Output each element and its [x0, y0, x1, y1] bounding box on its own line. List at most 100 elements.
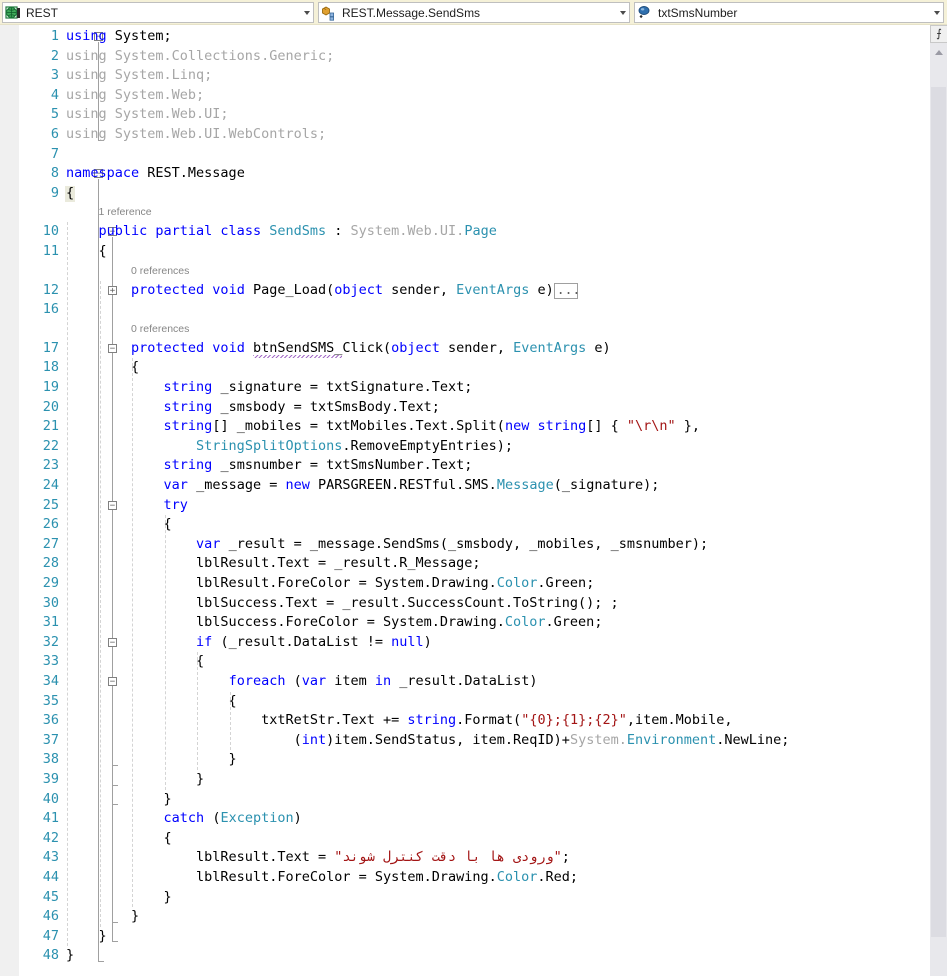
code-line-text[interactable]: string[] _mobiles = txtMobiles.Text.Spli… [66, 417, 700, 437]
code-line[interactable]: 24 var _message = new PARSGREEN.RESTful.… [0, 476, 930, 496]
collapsed-region-ellipsis[interactable]: ... [554, 283, 578, 299]
code-line[interactable]: 41 catch (Exception) [0, 809, 930, 829]
code-line-text[interactable]: { [66, 358, 139, 378]
code-line[interactable]: 37 (int)item.SendStatus, item.ReqID)+Sys… [0, 731, 930, 751]
code-line-text[interactable]: using System.Linq; [66, 66, 212, 86]
code-line[interactable]: 5using System.Web.UI; [0, 105, 930, 125]
scrollbar-thumb[interactable] [931, 87, 946, 937]
code-line-text[interactable]: StringSplitOptions.RemoveEmptyEntries); [66, 437, 513, 457]
scroll-up-arrow-icon[interactable] [930, 44, 947, 61]
codelens-annotation[interactable]: 1 reference [99, 205, 152, 219]
code-line[interactable]: 39 } [0, 770, 930, 790]
code-line[interactable]: 6using System.Web.UI.WebControls; [0, 125, 930, 145]
code-line[interactable]: 32 if (_result.DataList != null) [0, 633, 930, 653]
code-line-text[interactable]: var _message = new PARSGREEN.RESTful.SMS… [66, 476, 659, 496]
code-line[interactable]: 42 { [0, 829, 930, 849]
code-line-text[interactable]: string _smsbody = txtSmsBody.Text; [66, 398, 440, 418]
code-line[interactable]: 29 lblResult.ForeColor = System.Drawing.… [0, 574, 930, 594]
code-line-text[interactable]: lblResult.ForeColor = System.Drawing.Col… [66, 868, 578, 888]
code-line-text[interactable]: try [66, 496, 188, 516]
code-line-text[interactable]: protected void btnSendSMS_Click(object s… [66, 339, 611, 359]
code-line[interactable]: 4using System.Web; [0, 86, 930, 106]
code-line[interactable]: 2using System.Collections.Generic; [0, 47, 930, 67]
code-line-text[interactable]: catch (Exception) [66, 809, 302, 829]
code-line[interactable]: 35 { [0, 692, 930, 712]
code-line-text[interactable]: { [66, 242, 107, 262]
code-line-text[interactable]: } [66, 907, 139, 927]
code-line-text[interactable]: { [66, 829, 172, 849]
code-line[interactable]: 27 var _result = _message.SendSms(_smsbo… [0, 535, 930, 555]
code-line-text[interactable]: using System.Web.UI; [66, 105, 229, 125]
code-line-text[interactable]: protected void Page_Load(object sender, … [66, 281, 554, 301]
code-line-text[interactable]: string _signature = txtSignature.Text; [66, 378, 472, 398]
chevron-down-icon[interactable] [929, 3, 943, 22]
code-line[interactable]: 19 string _signature = txtSignature.Text… [0, 378, 930, 398]
code-line-text[interactable]: foreach (var item in _result.DataList) [66, 672, 537, 692]
code-line-text[interactable]: txtRetStr.Text += string.Format("{0};{1}… [66, 711, 733, 731]
code-line[interactable]: 30 lblSuccess.Text = _result.SuccessCoun… [0, 594, 930, 614]
code-line-text[interactable]: lblSuccess.Text = _result.SuccessCount.T… [66, 594, 619, 614]
code-line-text[interactable]: { [66, 652, 204, 672]
code-line[interactable]: 11 { [0, 242, 930, 262]
code-line[interactable]: 22 StringSplitOptions.RemoveEmptyEntries… [0, 437, 930, 457]
code-line[interactable]: 36 txtRetStr.Text += string.Format("{0};… [0, 711, 930, 731]
code-line-text[interactable]: { [66, 692, 237, 712]
code-line[interactable]: 48} [0, 946, 930, 966]
code-surface[interactable]: 1using System;2using System.Collections.… [0, 25, 930, 976]
code-line[interactable]: 25 try [0, 496, 930, 516]
code-line[interactable]: 21 string[] _mobiles = txtMobiles.Text.S… [0, 417, 930, 437]
code-line-text[interactable]: if (_result.DataList != null) [66, 633, 432, 653]
code-line[interactable]: 31 lblSuccess.ForeColor = System.Drawing… [0, 613, 930, 633]
code-line[interactable]: 33 { [0, 652, 930, 672]
code-line-text[interactable]: string _smsnumber = txtSmsNumber.Text; [66, 456, 472, 476]
code-line-text[interactable]: using System.Collections.Generic; [66, 47, 334, 67]
code-line[interactable]: 23 string _smsnumber = txtSmsNumber.Text… [0, 456, 930, 476]
type-dropdown[interactable]: REST.Message.SendSms [318, 2, 630, 23]
code-line-text[interactable]: namespace REST.Message [66, 164, 245, 184]
code-line[interactable]: 47 } [0, 927, 930, 947]
code-line[interactable]: 20 string _smsbody = txtSmsBody.Text; [0, 398, 930, 418]
code-line-text[interactable]: (int)item.SendStatus, item.ReqID)+System… [66, 731, 789, 751]
vertical-scrollbar[interactable] [930, 25, 947, 976]
code-line[interactable]: 16 [0, 300, 930, 320]
code-line-text[interactable]: } [66, 770, 204, 790]
code-line[interactable]: 8namespace REST.Message [0, 164, 930, 184]
code-line[interactable]: 38 } [0, 750, 930, 770]
code-line-text[interactable]: var _result = _message.SendSms(_smsbody,… [66, 535, 708, 555]
code-line-text[interactable]: lblResult.ForeColor = System.Drawing.Col… [66, 574, 594, 594]
code-line-text[interactable]: using System.Web; [66, 86, 204, 106]
code-line-text[interactable]: lblResult.Text = _result.R_Message; [66, 554, 481, 574]
code-line-text[interactable]: lblResult.Text = "ورودی ها با دقت کنترل … [66, 848, 570, 868]
member-dropdown[interactable]: txtSmsNumber [634, 2, 944, 23]
code-line-text[interactable]: { [66, 515, 172, 535]
split-view-button[interactable]: ⨍ [930, 25, 947, 43]
code-line-text[interactable]: lblSuccess.ForeColor = System.Drawing.Co… [66, 613, 602, 633]
code-line[interactable]: 1using System; [0, 27, 930, 47]
code-line-text[interactable]: } [66, 888, 172, 908]
code-editor[interactable]: 1using System;2using System.Collections.… [0, 25, 930, 976]
chevron-down-icon[interactable] [299, 3, 313, 22]
code-line[interactable]: 17 protected void btnSendSMS_Click(objec… [0, 339, 930, 359]
code-line[interactable]: 7 [0, 145, 930, 165]
project-dropdown[interactable]: REST [2, 2, 314, 23]
code-line[interactable]: 34 foreach (var item in _result.DataList… [0, 672, 930, 692]
code-line-text[interactable]: } [66, 946, 74, 966]
code-line[interactable]: 9{ [0, 184, 930, 204]
code-line[interactable]: 43 lblResult.Text = "ورودی ها با دقت کنت… [0, 848, 930, 868]
code-line[interactable]: 18 { [0, 358, 930, 378]
code-line[interactable]: 46 } [0, 907, 930, 927]
code-line[interactable]: 3using System.Linq; [0, 66, 930, 86]
code-line[interactable]: 10 public partial class SendSms : System… [0, 222, 930, 242]
code-line[interactable]: 44 lblResult.ForeColor = System.Drawing.… [0, 868, 930, 888]
code-line-text[interactable]: public partial class SendSms : System.We… [66, 222, 497, 242]
code-line[interactable]: 26 { [0, 515, 930, 535]
code-line-text[interactable]: } [66, 927, 107, 947]
code-line[interactable]: 12 protected void Page_Load(object sende… [0, 281, 930, 301]
code-line-text[interactable]: } [66, 750, 237, 770]
codelens-annotation[interactable]: 0 references [131, 264, 189, 278]
code-line-text[interactable]: using System; [66, 27, 172, 47]
code-line[interactable]: 45 } [0, 888, 930, 908]
chevron-down-icon[interactable] [615, 3, 629, 22]
code-line-text[interactable]: } [66, 790, 172, 810]
code-line-text[interactable]: using System.Web.UI.WebControls; [66, 125, 326, 145]
